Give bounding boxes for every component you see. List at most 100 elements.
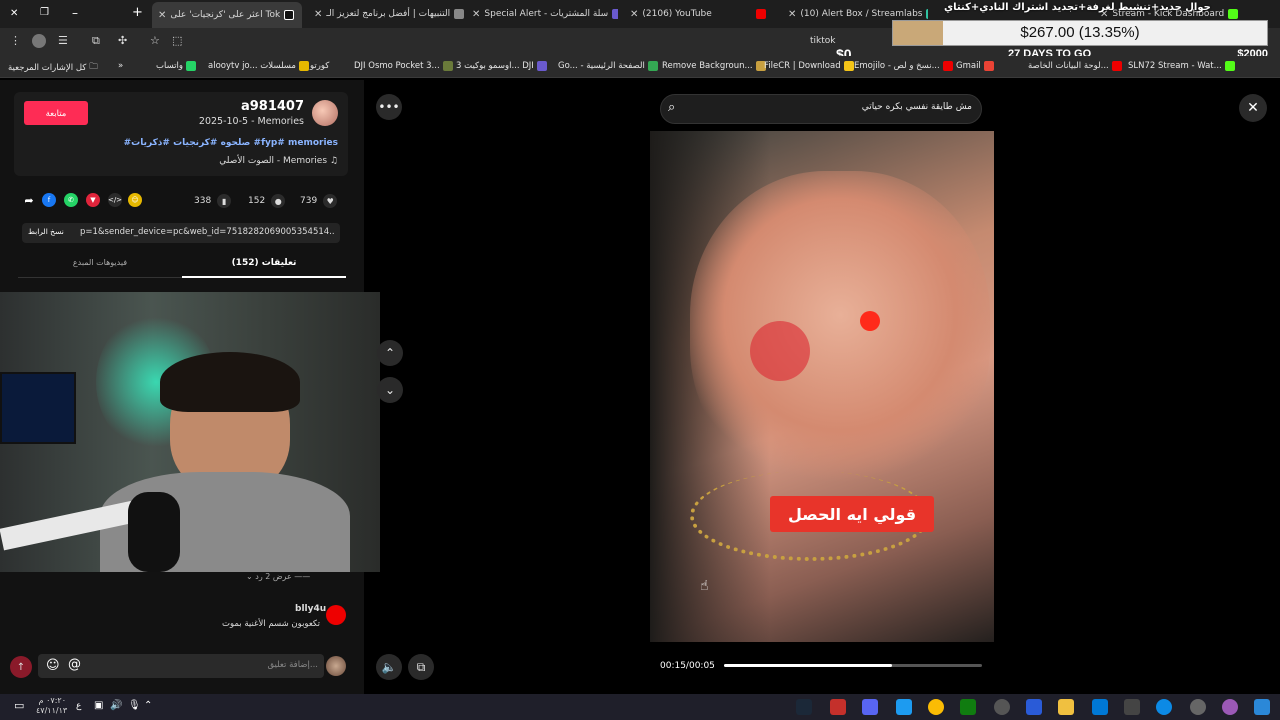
- copy-link-button[interactable]: نسخ الرابط: [28, 227, 64, 236]
- file-explorer-icon[interactable]: [1058, 699, 1074, 715]
- folder-icon: 🗀: [89, 62, 98, 72]
- comment-stat[interactable]: 152 ●: [248, 194, 286, 208]
- tab-youtube[interactable]: ✕ (2106) YouTube: [630, 4, 776, 24]
- store-icon[interactable]: [1124, 699, 1140, 715]
- close-tab-icon[interactable]: ✕: [314, 9, 322, 20]
- video-player[interactable]: [650, 131, 994, 642]
- bookmark-item[interactable]: كورتو: [310, 61, 329, 71]
- post-hashtags[interactable]: #صلحوه #كرنجيات #ذكريات #fyp# memories: [120, 138, 338, 148]
- bookmark-label: اوسمو بوكيت 3... DJI: [456, 61, 534, 71]
- tray-overflow-icon[interactable]: ⌃: [144, 700, 152, 711]
- share-friends-icon[interactable]: ☺: [128, 193, 142, 207]
- more-options-icon[interactable]: •••: [376, 94, 402, 120]
- bookmark-item[interactable]: SLN72 Stream - Wat...: [1128, 61, 1235, 71]
- obs-icon[interactable]: [994, 699, 1010, 715]
- language-indicator[interactable]: ع: [76, 701, 81, 711]
- like-stat[interactable]: 739 ♥: [300, 194, 338, 208]
- commenter-name[interactable]: blly4u: [295, 604, 326, 614]
- drive-icon: [647, 61, 658, 71]
- author-avatar[interactable]: [312, 100, 338, 126]
- bookmarks-overflow-icon[interactable]: »: [118, 61, 123, 71]
- whatsapp-icon[interactable]: ✆: [64, 193, 78, 207]
- windows-start-icon[interactable]: [1254, 699, 1270, 715]
- bookmark-label: alooytv jo... مسلسلات: [208, 61, 296, 71]
- view-replies[interactable]: ⌄ عرض 2 رد ——: [246, 572, 310, 581]
- chrome-icon[interactable]: [928, 699, 944, 715]
- close-icon[interactable]: ✕: [1239, 94, 1267, 122]
- picture-in-picture-icon[interactable]: ⧉: [408, 654, 434, 680]
- post-username[interactable]: a981407: [210, 99, 304, 114]
- bookmark-item[interactable]: Gmail: [956, 61, 994, 71]
- bookmark-item[interactable]: اوسمو بوكيت 3... DJI: [456, 61, 547, 71]
- app-icon[interactable]: [830, 699, 846, 715]
- system-clock[interactable]: ٠٧:٢٠ م ٤٧/١١/١٣: [36, 696, 67, 716]
- share-arrow-icon[interactable]: ➦: [22, 193, 36, 207]
- puzzle-icon[interactable]: ✣: [118, 34, 127, 47]
- discord-icon[interactable]: [862, 699, 878, 715]
- next-video-icon[interactable]: ⌄: [377, 377, 403, 403]
- red-nose: [860, 311, 880, 331]
- bookmark-item[interactable]: DJI Osmo Pocket 3...: [354, 61, 453, 71]
- steam-icon[interactable]: [796, 699, 812, 715]
- send-icon[interactable]: ▼: [86, 193, 100, 207]
- notification-icon[interactable]: ▭: [14, 699, 24, 712]
- video-progress-bar[interactable]: [724, 664, 982, 667]
- close-window-icon[interactable]: ✕: [10, 8, 18, 19]
- bookmark-all[interactable]: كل الإشارات المرجعية 🗀: [8, 61, 98, 75]
- bookmark-item[interactable]: Emojilo - نسخ و لص...: [854, 61, 953, 71]
- emoji-icon[interactable]: ☺: [46, 658, 60, 673]
- install-app-icon[interactable]: ⬚: [172, 34, 182, 47]
- bookmark-item[interactable]: لوحة البيانات الخاصة...: [1028, 61, 1122, 71]
- restore-window-icon[interactable]: ❐: [40, 7, 49, 18]
- bookmark-label: لوحة البيانات الخاصة...: [1028, 61, 1109, 71]
- streamer-hair: [160, 352, 300, 412]
- app-icon[interactable]: [1026, 699, 1042, 715]
- copilot-icon[interactable]: [1222, 699, 1238, 715]
- edge-icon[interactable]: [1156, 699, 1172, 715]
- settings-icon[interactable]: [1190, 699, 1206, 715]
- volume-tray-icon[interactable]: 🔊: [110, 700, 122, 711]
- menu-dots-icon[interactable]: ⋮: [10, 34, 21, 47]
- tab-creator-videos[interactable]: فيديوهات المبدع: [18, 258, 182, 278]
- address-bar[interactable]: tiktok: [810, 36, 836, 46]
- tab-comments[interactable]: (152) تعليقات: [182, 258, 346, 278]
- tab-special-alert[interactable]: ✕ Special Alert - سلة المشتريات: [472, 4, 618, 24]
- bookmark-item[interactable]: Remove Backgroun...: [662, 61, 766, 71]
- tab-alerts[interactable]: ✕ التنبيهات | أفضل برنامج لتعزيز الـ: [314, 4, 464, 24]
- bookmark-item[interactable]: Go... - الصفحة الرئيسية: [558, 61, 658, 71]
- xbox-icon[interactable]: [960, 699, 976, 715]
- close-tab-icon[interactable]: ✕: [788, 9, 796, 20]
- close-tab-icon[interactable]: ✕: [630, 9, 638, 20]
- new-tab-icon[interactable]: +: [132, 5, 143, 20]
- facebook-icon[interactable]: f: [42, 193, 56, 207]
- mail-icon[interactable]: [1092, 699, 1108, 715]
- extensions-icon[interactable]: ⧉: [92, 34, 100, 48]
- bookmark-label: Remove Backgroun...: [662, 61, 753, 71]
- music-note-icon: ♫: [329, 156, 338, 166]
- save-stat[interactable]: 338 ▮: [194, 194, 232, 208]
- mention-icon[interactable]: @: [68, 657, 81, 672]
- tab-search-icon[interactable]: ☰: [58, 34, 68, 47]
- post-comment-button[interactable]: ↑: [10, 656, 32, 678]
- search-icon[interactable]: ⌕: [668, 100, 675, 115]
- network-icon[interactable]: ▣: [94, 700, 103, 711]
- microphone-icon[interactable]: 🎙: [128, 700, 141, 711]
- embed-icon[interactable]: </>: [108, 193, 122, 207]
- commenter-avatar[interactable]: [326, 605, 346, 625]
- close-tab-icon[interactable]: ✕: [472, 9, 480, 20]
- volume-icon[interactable]: 🔈: [376, 654, 402, 680]
- follow-button[interactable]: متابعة: [24, 101, 88, 125]
- tab-tiktok[interactable]: ✕ اعثر على 'كرنجيات' على Tok: [152, 2, 302, 28]
- close-tab-icon[interactable]: ✕: [158, 10, 166, 21]
- bookmark-item[interactable]: FileCR | Download: [764, 61, 854, 71]
- share-link-text[interactable]: p=1&sender_device=pc&web_id=751828206900…: [80, 227, 334, 237]
- bookmark-star-icon[interactable]: ☆: [150, 34, 160, 47]
- profile-avatar[interactable]: [32, 34, 46, 48]
- minimize-window-icon[interactable]: –: [72, 6, 78, 20]
- app-icon[interactable]: [896, 699, 912, 715]
- previous-video-icon[interactable]: ⌃: [377, 340, 403, 366]
- bookmark-item[interactable]: alooytv jo... مسلسلات: [208, 61, 309, 71]
- post-music[interactable]: الصوت الأصلي - Memories ♫: [150, 156, 338, 166]
- bookmark-item[interactable]: واتساب: [156, 61, 197, 71]
- search-input[interactable]: مش طايقة نفسي بكره حياتي: [700, 102, 972, 112]
